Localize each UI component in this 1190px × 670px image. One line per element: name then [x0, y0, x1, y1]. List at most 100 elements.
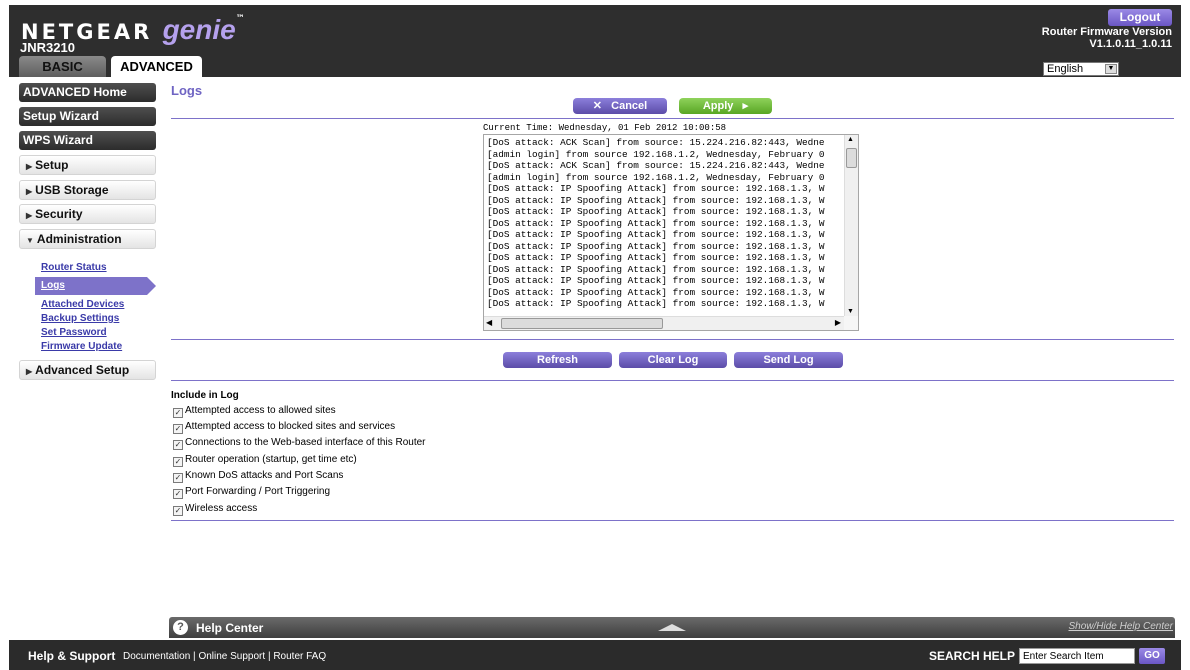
scroll-right-icon[interactable]: ▶: [835, 318, 841, 327]
sidebar-link-logs[interactable]: Logs: [35, 277, 156, 295]
current-time: Current Time: Wednesday, 01 Feb 2012 10:…: [483, 123, 727, 133]
log-line: [DoS attack: IP Spoofing Attack] from so…: [487, 240, 825, 252]
documentation-link[interactable]: Documentation: [123, 651, 190, 662]
option-label: Port Forwarding / Port Triggering: [185, 486, 331, 497]
help-icon: ?: [173, 620, 188, 635]
cancel-button[interactable]: ✕ Cancel: [573, 98, 667, 114]
checkbox[interactable]: ✓: [173, 424, 183, 434]
triangle-right-icon: ▶: [26, 211, 33, 220]
log-option-dos-attacks[interactable]: ✓ Known DoS attacks and Port Scans: [173, 470, 344, 483]
log-line: [admin login] from source 192.168.1.2, W…: [487, 148, 825, 160]
option-label: Router operation (startup, get time etc): [185, 454, 357, 465]
cancel-label: Cancel: [611, 100, 648, 112]
divider: [171, 380, 1174, 381]
divider: [171, 520, 1174, 521]
log-line: [DoS attack: IP Spoofing Attack] from so…: [487, 298, 825, 309]
sidebar-item-wps-wizard[interactable]: WPS Wizard: [19, 131, 156, 150]
log-textarea[interactable]: [DoS attack: ACK Scan] from source: 15.2…: [483, 134, 859, 331]
checkbox[interactable]: ✓: [173, 408, 183, 418]
log-line: [DoS attack: IP Spoofing Attack] from so…: [487, 275, 825, 286]
refresh-button[interactable]: Refresh: [503, 352, 612, 368]
scroll-thumb[interactable]: [501, 318, 663, 329]
sidebar-section-label: USB Storage: [35, 183, 109, 197]
sidebar-section-label: Advanced Setup: [35, 363, 130, 377]
expand-help-icon[interactable]: [658, 624, 686, 631]
logout-button[interactable]: Logout: [1108, 9, 1172, 26]
log-option-allowed-sites[interactable]: ✓ Attempted access to allowed sites: [173, 405, 336, 418]
help-center-bar: ? Help Center Show/Hide Help Center: [169, 617, 1175, 638]
log-line: [DoS attack: IP Spoofing Attack] from so…: [487, 252, 825, 263]
resize-grip-icon[interactable]: [844, 316, 858, 330]
sidebar-section-label: Administration: [36, 232, 122, 246]
include-in-log-heading: Include in Log: [171, 390, 239, 401]
sidebar-link-attached-devices[interactable]: Attached Devices: [41, 299, 124, 310]
trademark-text: ™: [235, 14, 245, 24]
sidebar-link-set-password[interactable]: Set Password: [41, 327, 107, 338]
support-links: Documentation | Online Support | Router …: [123, 651, 326, 662]
apply-label: Apply: [702, 100, 734, 112]
sidebar-section-administration[interactable]: ▼ Administration: [19, 229, 156, 249]
send-log-button[interactable]: Send Log: [734, 352, 843, 368]
page-title: Logs: [171, 83, 203, 98]
log-line: [admin login] from source 192.168.1.2, W…: [487, 171, 825, 183]
show-hide-help-link[interactable]: Show/Hide Help Center: [1069, 621, 1174, 632]
log-line: [DoS attack: ACK Scan] from source: 15.2…: [487, 137, 825, 148]
log-option-router-operation[interactable]: ✓ Router operation (startup, get time etc…: [173, 454, 357, 467]
log-option-wireless-access[interactable]: ✓ Wireless access: [173, 503, 258, 516]
option-label: Known DoS attacks and Port Scans: [185, 470, 344, 481]
sidebar-section-label: Setup: [35, 158, 69, 172]
help-center-title: Help Center: [196, 621, 264, 635]
scroll-left-icon[interactable]: ◀: [486, 318, 492, 327]
sidebar-section-label: Security: [35, 207, 83, 221]
log-option-port-forwarding[interactable]: ✓ Port Forwarding / Port Triggering: [173, 486, 331, 499]
language-select[interactable]: English ▼: [1043, 62, 1119, 76]
firmware-version-value: V1.1.0.11_1.0.11: [1089, 38, 1172, 50]
log-line: [DoS attack: IP Spoofing Attack] from so…: [487, 229, 825, 240]
scroll-up-icon[interactable]: ▲: [847, 136, 854, 143]
checkbox[interactable]: ✓: [173, 440, 183, 450]
sidebar-section-security[interactable]: ▶ Security: [19, 204, 156, 224]
help-support-title: Help & Support: [28, 649, 116, 663]
option-label: Wireless access: [185, 503, 258, 514]
sidebar-section-setup[interactable]: ▶ Setup: [19, 155, 156, 175]
triangle-down-icon: ▼: [26, 236, 34, 245]
log-option-blocked-sites[interactable]: ✓ Attempted access to blocked sites and s…: [173, 421, 396, 434]
log-line: [DoS attack: IP Spoofing Attack] from so…: [487, 263, 825, 275]
checkbox[interactable]: ✓: [173, 489, 183, 499]
scroll-down-icon[interactable]: ▼: [847, 308, 854, 315]
apply-button[interactable]: Apply ▸: [679, 98, 772, 114]
search-help-input[interactable]: [1019, 648, 1135, 664]
checkbox[interactable]: ✓: [173, 457, 183, 467]
scroll-thumb[interactable]: [846, 148, 857, 168]
checkbox[interactable]: ✓: [173, 506, 183, 516]
online-support-link[interactable]: Online Support: [198, 651, 265, 662]
option-label: Connections to the Web-based interface o…: [185, 437, 426, 448]
log-option-web-connections[interactable]: ✓ Connections to the Web-based interface …: [173, 437, 426, 450]
sidebar-section-usb-storage[interactable]: ▶ USB Storage: [19, 180, 156, 200]
arrow-right-icon: ▸: [742, 100, 749, 112]
product-text: genie: [162, 14, 236, 45]
vertical-scrollbar[interactable]: ▲ ▼: [844, 135, 858, 316]
sidebar-link-router-status[interactable]: Router Status: [41, 262, 107, 273]
router-model: JNR3210: [20, 40, 75, 55]
router-faq-link[interactable]: Router FAQ: [273, 651, 326, 662]
option-label: Attempted access to blocked sites and se…: [185, 421, 396, 432]
footer-bar: Help & Support Documentation | Online Su…: [9, 640, 1181, 670]
clear-log-button[interactable]: Clear Log: [619, 352, 727, 368]
horizontal-scrollbar[interactable]: ◀ ▶: [484, 316, 845, 330]
log-line: [DoS attack: ACK Scan] from source: 15.2…: [487, 160, 825, 171]
go-button[interactable]: GO: [1139, 648, 1165, 664]
divider: [171, 339, 1174, 340]
checkbox[interactable]: ✓: [173, 473, 183, 483]
firmware-version-label: Router Firmware Version: [1041, 26, 1172, 38]
tab-advanced[interactable]: ADVANCED: [111, 56, 202, 77]
log-line: [DoS attack: IP Spoofing Attack] from so…: [487, 183, 825, 194]
sidebar-link-firmware-update[interactable]: Firmware Update: [41, 341, 122, 352]
log-line: [DoS attack: IP Spoofing Attack] from so…: [487, 217, 825, 229]
sidebar-item-advanced-home[interactable]: ADVANCED Home: [19, 83, 156, 102]
tab-basic[interactable]: BASIC: [19, 56, 106, 77]
sidebar-link-backup-settings[interactable]: Backup Settings: [41, 313, 119, 324]
triangle-right-icon: ▶: [26, 367, 33, 376]
sidebar-section-advanced-setup[interactable]: ▶ Advanced Setup: [19, 360, 156, 380]
sidebar-item-setup-wizard[interactable]: Setup Wizard: [19, 107, 156, 126]
